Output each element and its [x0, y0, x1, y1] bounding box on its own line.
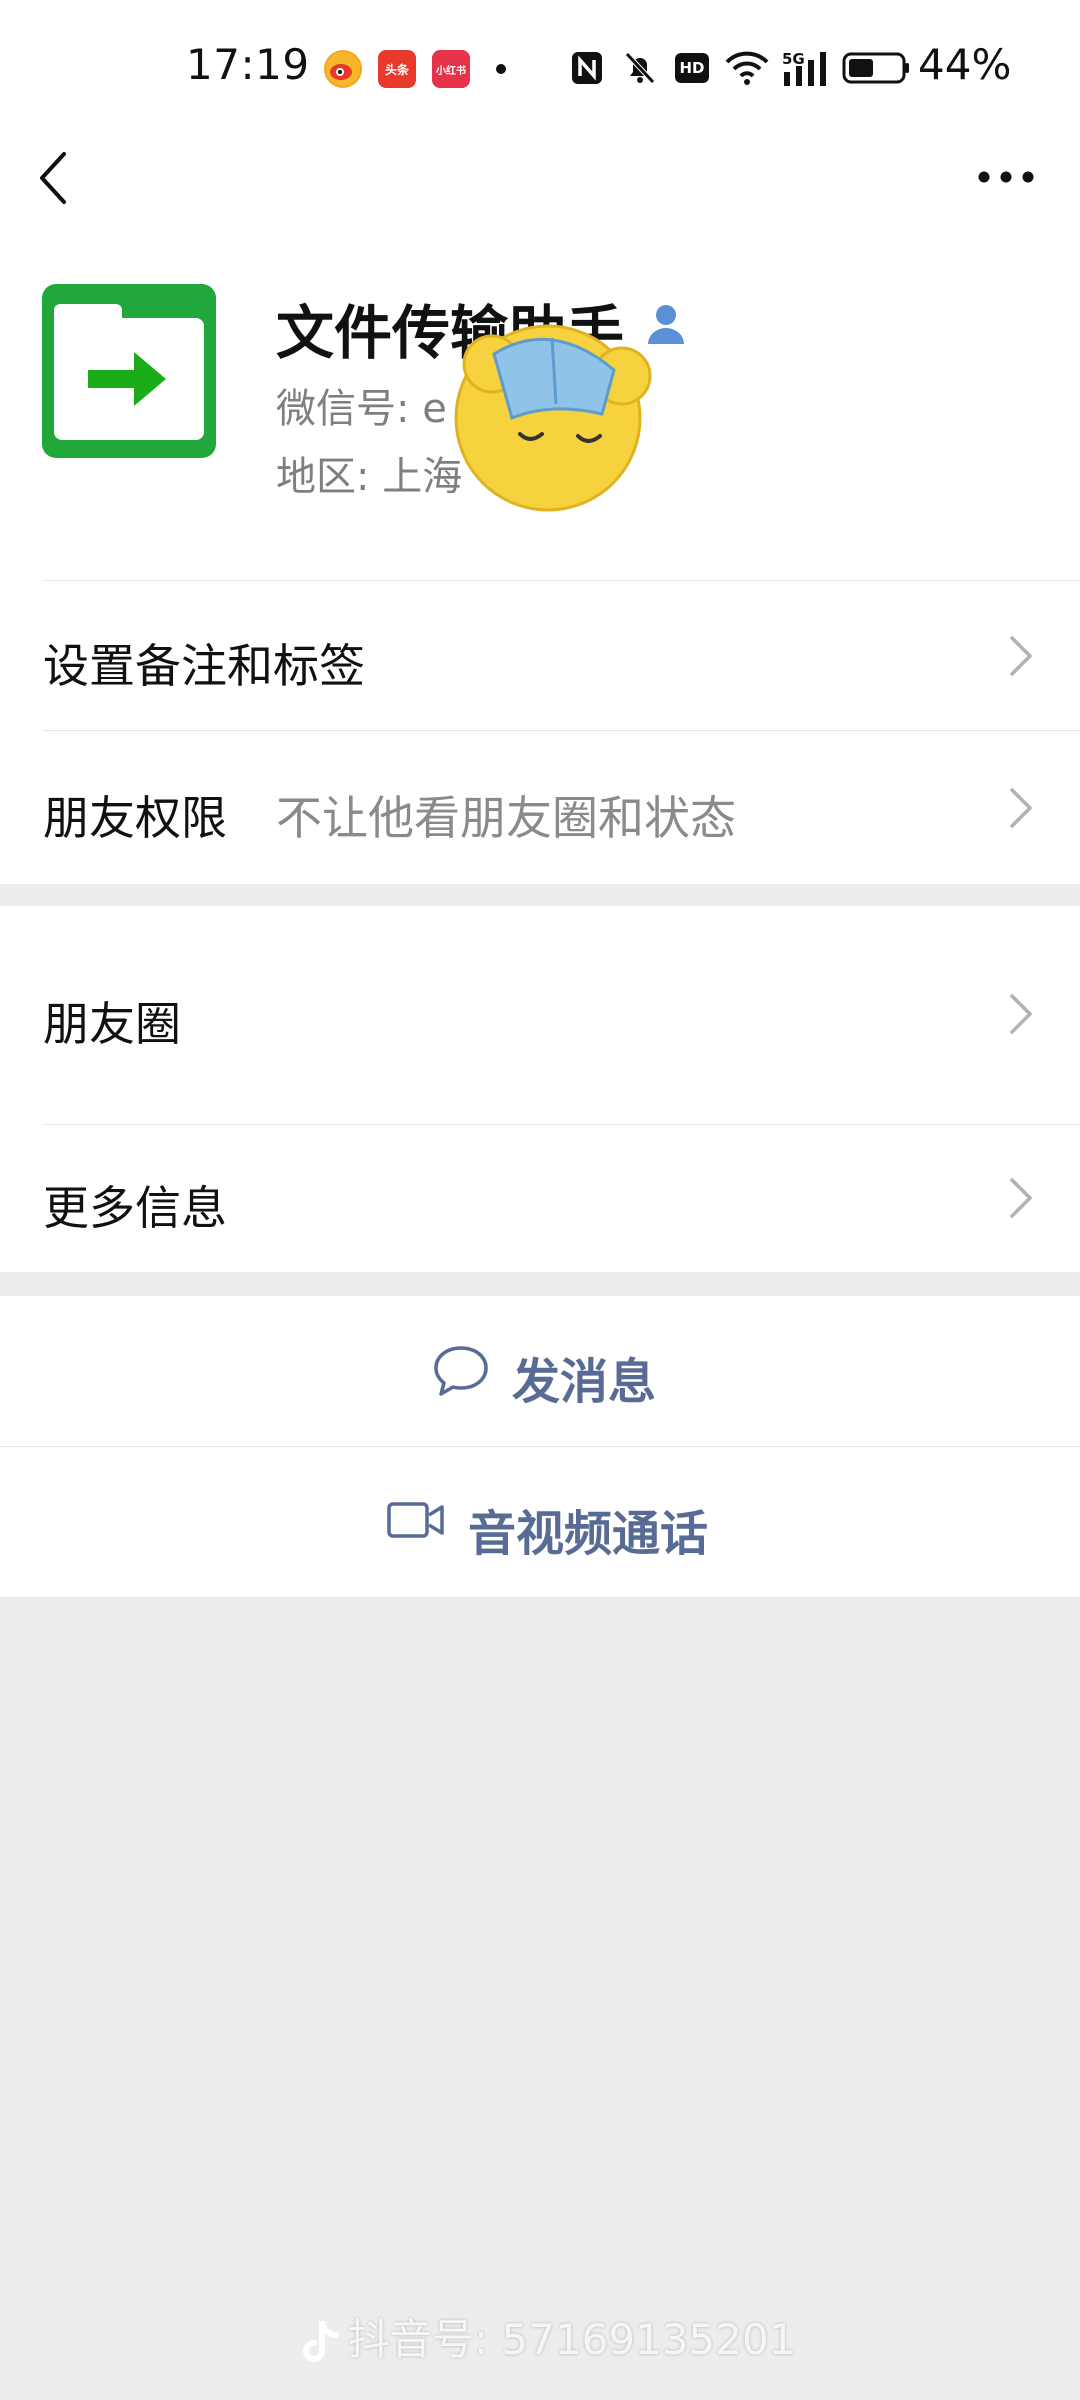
chevron-right-icon — [1008, 634, 1034, 678]
battery-icon — [842, 48, 912, 88]
remark-and-tags-label[interactable]: 设置备注和标签 — [43, 630, 365, 696]
contact-person-icon — [646, 302, 686, 346]
send-message-label[interactable]: 发消息 — [512, 1342, 656, 1412]
more-dots-icon[interactable] — [978, 165, 1034, 189]
hd-label: HD — [675, 53, 709, 83]
arrow-right-icon — [88, 352, 166, 406]
network-type-label: 5G — [782, 50, 805, 68]
divider — [43, 580, 1080, 581]
chevron-right-icon — [1008, 992, 1034, 1036]
battery-percentage: 44% — [918, 40, 1012, 89]
douyin-id-text: 抖音号: 57169135201 — [348, 2315, 796, 2364]
wifi-icon — [724, 48, 770, 88]
nfc-icon — [570, 48, 604, 88]
divider — [43, 730, 1080, 731]
friend-permission-value: 不让他看朋友圈和状态 — [276, 791, 736, 845]
xiaohongshu-icon: 小红书 — [432, 50, 470, 88]
hd-icon: HD — [674, 48, 710, 88]
xiaohongshu-icon-label: 小红书 — [436, 65, 466, 77]
avatar[interactable] — [42, 284, 216, 458]
video-camera-icon — [386, 1500, 446, 1540]
chat-bubble-icon — [432, 1344, 490, 1398]
toutiao-icon: 头条 — [378, 50, 416, 88]
region: 地区: 上海 — [276, 454, 463, 500]
sleeping-emoji-sticker-icon — [452, 318, 652, 518]
notification-dot — [496, 64, 506, 74]
moments-label[interactable]: 朋友圈 — [43, 988, 181, 1054]
more-info-label[interactable]: 更多信息 — [43, 1172, 227, 1238]
5g-signal-icon: 5G — [780, 48, 832, 88]
douyin-icon — [300, 2319, 340, 2365]
divider — [43, 1124, 1080, 1125]
friend-permission-label[interactable]: 朋友权限 — [43, 782, 227, 848]
chevron-right-icon — [1008, 1176, 1034, 1220]
mute-bell-icon — [622, 48, 658, 88]
douyin-watermark: 抖音号: 57169135201 — [300, 2306, 795, 2367]
wechat-id: 微信号: e — [276, 386, 447, 432]
back-chevron-icon[interactable] — [34, 150, 74, 206]
status-time: 17:19 — [186, 40, 310, 89]
weibo-icon — [324, 50, 362, 88]
divider — [0, 1597, 1080, 1598]
toutiao-icon-label: 头条 — [384, 62, 409, 77]
chevron-right-icon — [1008, 786, 1034, 830]
video-call-label[interactable]: 音视频通话 — [468, 1494, 708, 1564]
